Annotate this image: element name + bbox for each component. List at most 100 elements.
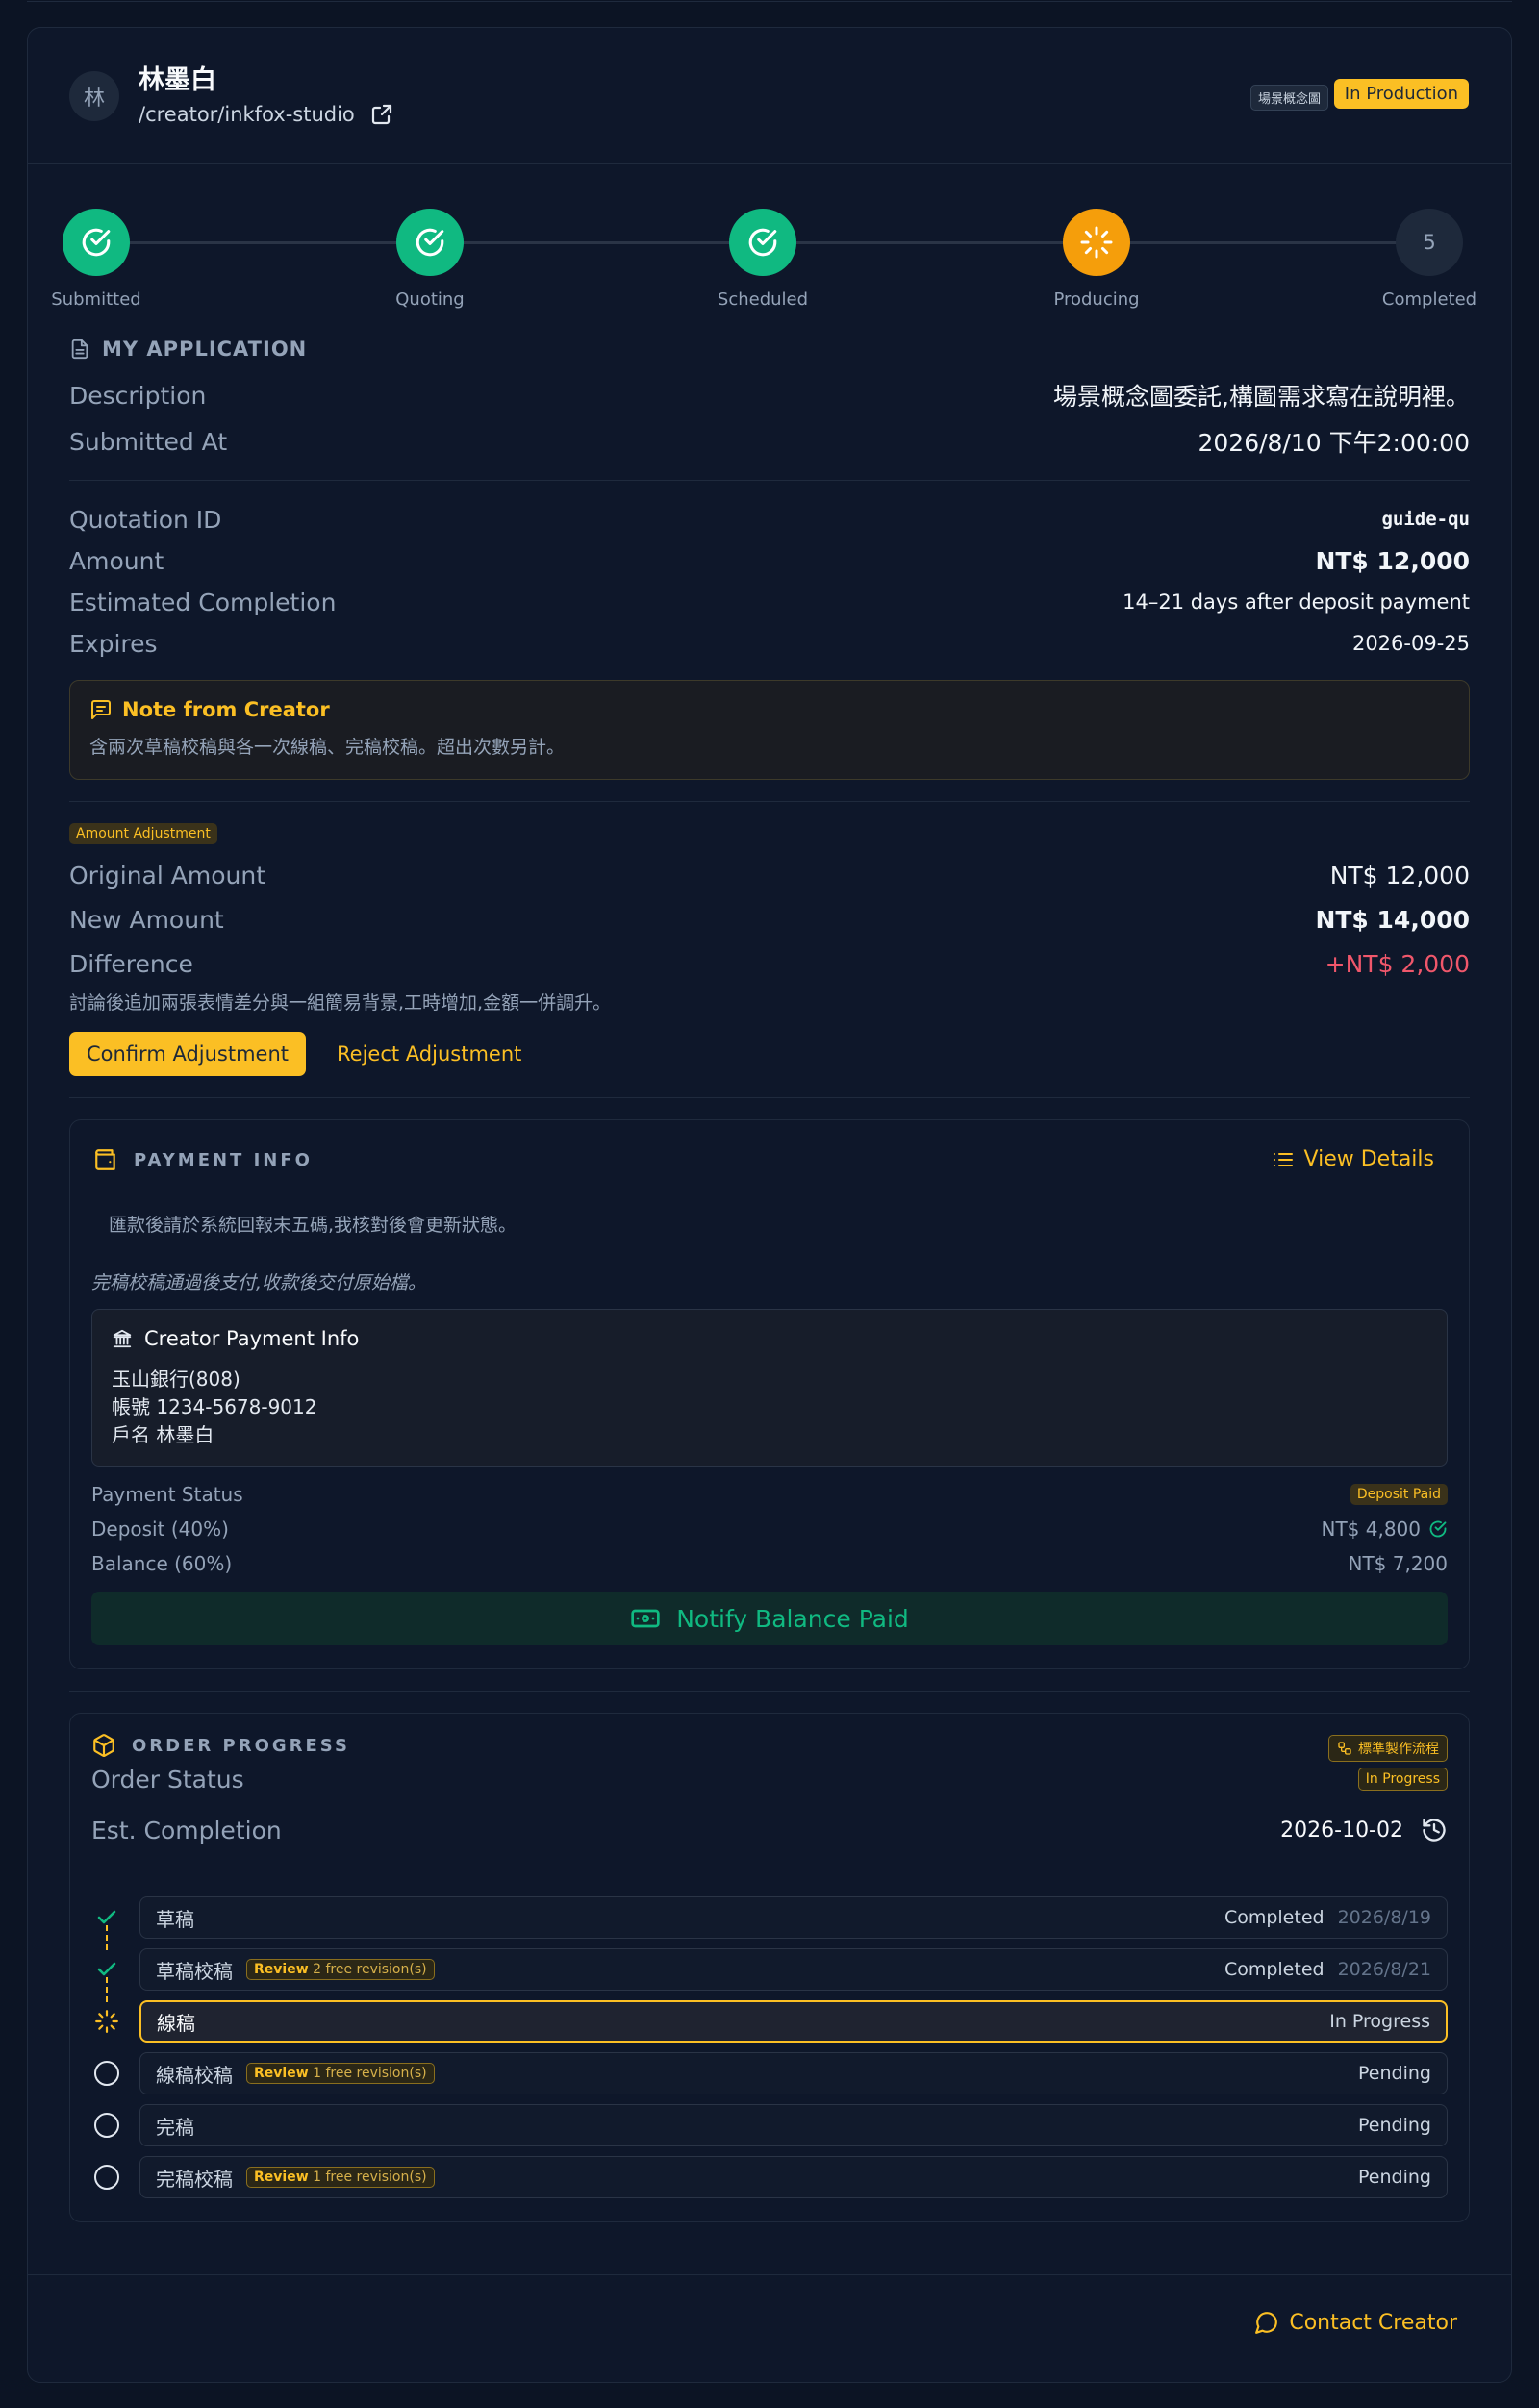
stage-name-wrap: 完稿 [156,2112,194,2140]
stage-row[interactable]: 草稿 Completed 2026/8/19 [91,1896,1448,1939]
notify-balance-paid-label: Notify Balance Paid [676,1604,909,1633]
order-card: 林 林墨白 /creator/inkfox-studio 場景概念圖 In Pr… [27,27,1512,2383]
divider [69,801,1470,802]
step-submitted: Submitted [29,209,164,310]
payment-instruction: 匯款後請於系統回報末五碼,我核對後會更新狀態。 [109,1215,517,1236]
stage-card: 完稿 Pending [139,2104,1448,2146]
stage-status: Pending [1358,2115,1431,2136]
banknote-icon [631,1609,660,1628]
creator-link[interactable]: /creator/inkfox-studio [139,103,393,126]
description-label: Description [69,381,207,410]
progress-stepper: Submitted Quoting Scheduled Producing 5 … [28,209,1511,314]
stage-status: In Progress [1329,2011,1430,2032]
amount-label: Amount [69,546,164,575]
bank-account: 帳號 1234-5678-9012 [112,1395,317,1418]
stage-name: 草稿 [156,1907,194,1931]
step-done-dot [396,209,464,276]
step-done-dot [63,209,130,276]
stage-name: 線稿 [157,2011,195,2035]
stage-row[interactable]: 線稿校稿 Review 1 free revision(s) Pending [91,2052,1448,2094]
package-icon [93,1734,114,1757]
order-progress-title-text: ORDER PROGRESS [132,1735,350,1756]
original-amount-value: NT$ 12,000 [1329,861,1470,890]
submitted-row: Submitted At 2026/8/10 下午2:00:00 [69,422,1470,461]
creator-payment-box: Creator Payment Info 玉山銀行(808) 帳號 1234-5… [91,1309,1448,1467]
reject-adjustment-button[interactable]: Reject Adjustment [319,1032,539,1076]
divider [69,1691,1470,1692]
stage-status: Completed [1224,1907,1325,1928]
check-circle-icon [416,228,444,257]
confirm-adjustment-button[interactable]: Confirm Adjustment [69,1032,307,1076]
loader-icon [1080,226,1113,259]
top-divider [27,0,1512,2]
order-status-label: Order Status [91,1765,244,1793]
new-amount-label: New Amount [69,905,224,934]
check-icon [97,1910,116,1924]
order-progress-title: ORDER PROGRESS [91,1733,350,1758]
view-details-button[interactable]: View Details [1272,1147,1434,1171]
quotation-id-value: guide-qu [1381,509,1470,530]
notify-balance-paid-button[interactable]: Notify Balance Paid [91,1592,1448,1645]
order-content: MY APPLICATION Description 場景概念圖委託,構圖需求寫… [69,334,1470,2222]
payment-status-badge: Deposit Paid [1350,1484,1448,1505]
step-quoting: Quoting [363,209,497,310]
adjustment-actions: Confirm Adjustment Reject Adjustment [69,1032,1470,1076]
stage-row[interactable]: 線稿 In Progress [91,2000,1448,2043]
deposit-value: NT$ 4,800 [1321,1518,1421,1541]
stage-icon [91,2058,122,2089]
bank-details: 玉山銀行(808) 帳號 1234-5678-9012 戶名 林墨白 [112,1366,317,1449]
history-icon[interactable] [1421,1817,1448,1844]
stage-status: Completed [1224,1959,1325,1980]
stage-meta: Pending [1358,2063,1431,2084]
creator-name: 林墨白 [139,65,216,95]
adjustment-reason: 討論後追加兩張表情差分與一組簡易背景,工時增加,金額一併調升。 [69,992,612,1014]
est-completion-value: 2026-10-02 [1280,1818,1403,1843]
contact-creator-button[interactable]: Contact Creator [1254,2310,1457,2335]
review-tag: Review 1 free revision(s) [246,2167,435,2188]
submitted-value: 2026/8/10 下午2:00:00 [1198,429,1470,457]
step-done-dot [729,209,796,276]
check-circle-icon [748,228,777,257]
stage-row[interactable]: 完稿 Pending [91,2104,1448,2146]
est-completion-row: Est. Completion 2026-10-02 [91,1810,1448,1850]
stage-card: 草稿校稿 Review 2 free revision(s) Completed 2… [139,1948,1448,1991]
step-label: Producing [1053,289,1140,310]
expires-value: 2026-09-25 [1351,632,1470,655]
stage-meta: Pending [1358,2115,1431,2136]
wallet-icon [95,1149,115,1170]
difference-value: +NT$ 2,000 [1325,949,1470,978]
stage-row[interactable]: 草稿校稿 Review 2 free revision(s) Completed 2… [91,1948,1448,1991]
external-link-icon[interactable] [370,103,393,126]
circle-icon [94,2061,119,2086]
original-amount-row: Original Amount NT$ 12,000 [69,856,1470,894]
circle-icon [94,2165,119,2190]
stage-icon [91,2162,122,2193]
note-body: 含兩次草稿校稿與各一次線稿、完稿校稿。超出次數另計。 [89,737,566,758]
stage-name-wrap: 線稿 [157,2008,195,2036]
check-circle-icon [82,228,111,257]
stage-name-wrap: 線稿校稿 Review 1 free revision(s) [156,2060,435,2088]
payment-status-label: Payment Status [91,1483,243,1506]
payment-panel: PAYMENT INFO View Details 匯款後請於系統回報末五碼,我… [69,1119,1470,1669]
estimated-completion-label: Estimated Completion [69,588,337,616]
description-row: Description 場景概念圖委託,構圖需求寫在說明裡。 [69,376,1470,414]
stage-timeline: 草稿 Completed 2026/8/19 草稿校稿 Review 2 free … [91,1896,1448,2204]
review-tag: Review 1 free revision(s) [246,2063,435,2084]
stage-meta: Pending [1358,2167,1431,2188]
new-amount-value: NT$ 14,000 [1315,905,1470,934]
payment-title: PAYMENT INFO [93,1147,313,1172]
check-circle-icon [1429,1520,1447,1538]
step-label: Completed [1381,289,1477,310]
payment-terms: 完稿校稿通過後支付,收款後交付原始檔。 [91,1272,427,1293]
stage-meta: Completed 2026/8/19 [1224,1907,1431,1928]
amount-row: Amount NT$ 12,000 [69,543,1470,578]
stage-row[interactable]: 完稿校稿 Review 1 free revision(s) Pending [91,2156,1448,2198]
stage-name: 完稿校稿 [156,2167,233,2191]
step-pending-dot: 5 [1396,209,1463,276]
view-details-label: View Details [1303,1147,1434,1171]
new-amount-row: New Amount NT$ 14,000 [69,900,1470,939]
step-label: Scheduled [717,289,809,310]
stage-date: 2026/8/19 [1337,1907,1431,1928]
stage-status: Pending [1358,2167,1431,2188]
stage-icon [91,1954,122,1985]
